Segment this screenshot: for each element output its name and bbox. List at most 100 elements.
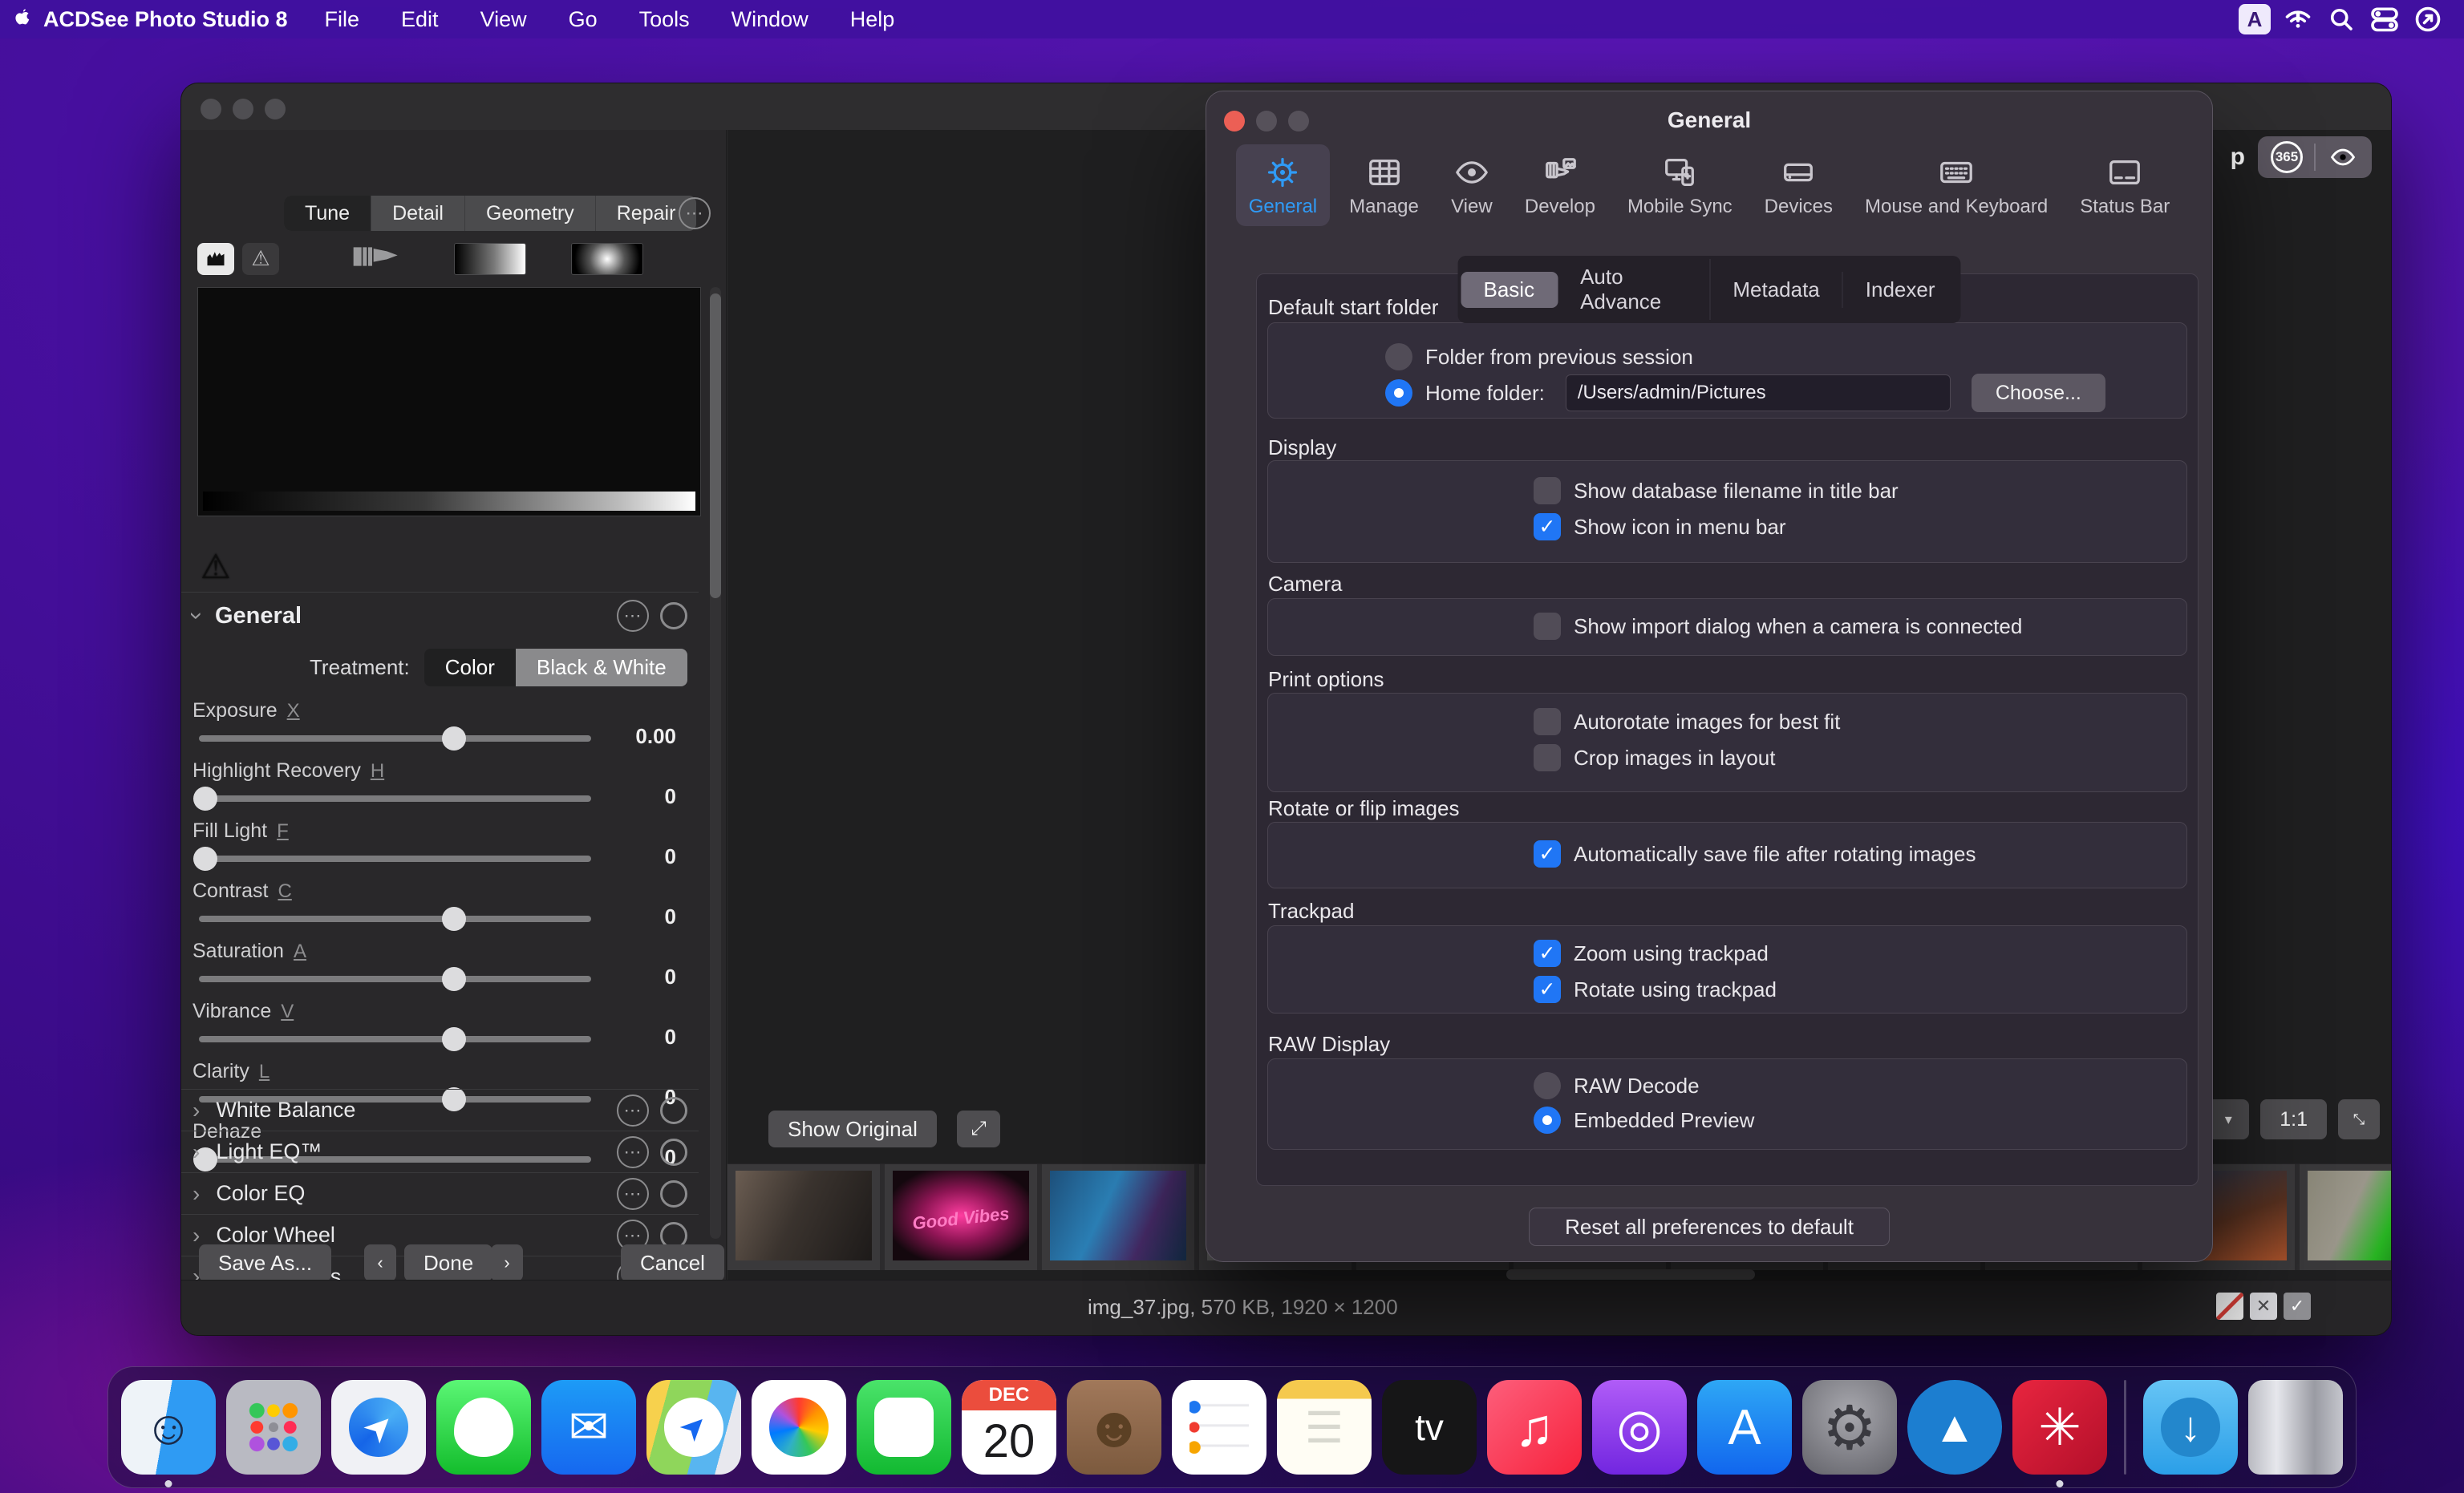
radio-raw-decode[interactable] xyxy=(1534,1072,1561,1099)
panel-more-icon[interactable]: ⋯ xyxy=(679,197,711,229)
checkbox-autosave-rotate[interactable]: ✓ xyxy=(1534,840,1561,868)
zoom-1-1-button[interactable]: 1:1 xyxy=(2260,1099,2327,1139)
dock-item[interactable]: ☺ xyxy=(121,1380,216,1475)
choose-folder-button[interactable]: Choose... xyxy=(1972,374,2105,412)
dock-item[interactable]: ↓ xyxy=(2143,1380,2238,1475)
slider-thumb[interactable] xyxy=(442,726,466,751)
control-center-icon[interactable] xyxy=(2363,5,2406,34)
apple-menu[interactable] xyxy=(0,7,43,31)
general-section-header[interactable]: › General ⋯ xyxy=(181,593,699,639)
section-options-icon[interactable]: ⋯ xyxy=(617,1136,649,1168)
preferences-toolbar-item[interactable]: View xyxy=(1438,144,1506,226)
exposure-warning-icon[interactable]: ⚠ xyxy=(242,243,279,275)
dock-item[interactable]: ⚙ xyxy=(1802,1380,1897,1475)
checkbox-crop-layout[interactable]: ✓ xyxy=(1534,744,1561,771)
clipping-warning-icon[interactable]: ⚠ xyxy=(201,547,231,586)
dock-item[interactable] xyxy=(226,1380,321,1475)
radio-embedded-preview[interactable] xyxy=(1534,1107,1561,1134)
menu-item[interactable]: Help xyxy=(850,7,895,32)
slider-track[interactable] xyxy=(199,916,591,922)
panel-scrollbar[interactable] xyxy=(710,287,721,1239)
checkbox-rotate-trackpad[interactable]: ✓ xyxy=(1534,976,1561,1003)
preferences-toolbar-item[interactable]: Devices xyxy=(1752,144,1846,226)
next-image-button[interactable]: › xyxy=(491,1244,523,1281)
save-as-button[interactable]: Save As... xyxy=(199,1244,331,1281)
slider-track[interactable] xyxy=(199,735,591,742)
preferences-toolbar-item[interactable]: Develop xyxy=(1512,144,1608,226)
dock-item[interactable]: ♫ xyxy=(1487,1380,1582,1475)
dock-item[interactable] xyxy=(752,1380,846,1475)
filmstrip-thumbnail[interactable] xyxy=(1042,1164,1199,1270)
dock-item[interactable] xyxy=(1172,1380,1266,1475)
section-reset-icon[interactable] xyxy=(660,1180,687,1208)
develop-tab[interactable]: Geometry xyxy=(465,196,596,231)
checkbox-autorotate[interactable]: ✓ xyxy=(1534,708,1561,735)
preferences-toolbar-item[interactable]: Status Bar xyxy=(2067,144,2182,226)
filmstrip-thumbnail[interactable]: Good Vibes xyxy=(885,1164,1042,1270)
zoom-button[interactable] xyxy=(265,99,286,119)
dock-item[interactable] xyxy=(436,1380,531,1475)
radio-home-folder[interactable] xyxy=(1385,379,1412,407)
develop-tab[interactable]: Detail xyxy=(371,196,465,231)
slider-thumb[interactable] xyxy=(193,847,217,871)
home-folder-input[interactable]: /Users/admin/Pictures xyxy=(1566,374,1951,411)
filmstrip-thumbnail[interactable] xyxy=(727,1164,885,1270)
slider-track[interactable] xyxy=(199,1036,591,1042)
dock-item[interactable]: ◎ xyxy=(1592,1380,1687,1475)
menu-item[interactable]: Edit xyxy=(401,7,439,32)
zoom-dropdown-button[interactable]: ▾ xyxy=(2207,1099,2249,1139)
dock-item[interactable]: ➤ xyxy=(646,1380,741,1475)
menu-item[interactable]: Go xyxy=(569,7,598,32)
menu-item[interactable]: File xyxy=(325,7,360,32)
quick-view-eye-icon[interactable] xyxy=(2327,144,2359,171)
minimize-button[interactable] xyxy=(233,99,253,119)
dock-item[interactable]: ☻ xyxy=(1067,1380,1161,1475)
checkbox-menu-bar-icon[interactable]: ✓ xyxy=(1534,513,1561,540)
dock-item[interactable] xyxy=(2248,1380,2343,1475)
dock-item[interactable]: ➤ xyxy=(331,1380,426,1475)
dock-item[interactable] xyxy=(2124,1380,2126,1475)
dock-item[interactable]: ✉ xyxy=(541,1380,636,1475)
radio-previous-session[interactable] xyxy=(1385,343,1412,370)
collapsed-section-row[interactable]: › Color EQ ⋯ xyxy=(181,1172,699,1214)
slider-track[interactable] xyxy=(199,856,591,862)
show-original-button[interactable]: Show Original xyxy=(768,1111,937,1147)
previous-image-button[interactable]: ‹ xyxy=(364,1244,396,1281)
preferences-toolbar-item[interactable]: General xyxy=(1236,144,1330,226)
section-options-icon[interactable]: ⋯ xyxy=(617,1094,649,1127)
section-options-icon[interactable]: ⋯ xyxy=(617,1178,649,1210)
wifi-alert-icon[interactable] xyxy=(2276,5,2320,34)
section-reset-icon[interactable] xyxy=(660,1139,687,1166)
slider-thumb[interactable] xyxy=(442,1027,466,1051)
dock-item[interactable]: ✳ xyxy=(2012,1380,2107,1475)
treatment-bw-option[interactable]: Black & White xyxy=(516,649,687,686)
histogram-toggle-icon[interactable] xyxy=(197,243,234,275)
slider-track[interactable] xyxy=(199,795,591,802)
input-source-icon[interactable]: A xyxy=(2233,4,2276,34)
section-reset-icon[interactable] xyxy=(660,602,687,629)
collapsed-section-row[interactable]: › Light EQ™ ⋯ xyxy=(181,1131,699,1172)
close-button[interactable] xyxy=(201,99,221,119)
reset-preferences-button[interactable]: Reset all preferences to default xyxy=(1529,1208,1890,1246)
preferences-tab[interactable]: Basic xyxy=(1461,272,1558,308)
done-button[interactable]: Done xyxy=(404,1244,492,1281)
acdsee-365-icon[interactable]: 365 xyxy=(2271,141,2303,173)
menu-item[interactable]: View xyxy=(480,7,527,32)
section-reset-icon[interactable] xyxy=(660,1097,687,1124)
menu-item[interactable]: Window xyxy=(732,7,808,32)
horizontal-scrollbar[interactable] xyxy=(1506,1269,1755,1280)
develop-tab[interactable]: Tune xyxy=(284,196,371,231)
slider-thumb[interactable] xyxy=(442,907,466,931)
cancel-button[interactable]: Cancel xyxy=(621,1244,724,1281)
discard-icon[interactable]: ✕ xyxy=(2250,1293,2277,1320)
collapsed-section-row[interactable]: › White Balance ⋯ xyxy=(181,1089,699,1131)
checkbox-db-filename[interactable]: ✓ xyxy=(1534,477,1561,504)
search-icon[interactable] xyxy=(2320,5,2363,34)
clock-icon[interactable] xyxy=(2406,5,2450,34)
compare-expand-button[interactable]: ⤢ xyxy=(957,1111,1000,1147)
checkbox-zoom-trackpad[interactable]: ✓ xyxy=(1534,940,1561,967)
preferences-tab[interactable]: Metadata xyxy=(1710,272,1842,308)
preferences-tab[interactable]: Auto Advance xyxy=(1558,259,1710,320)
dock-item[interactable]: ☰ xyxy=(1277,1380,1372,1475)
preferences-toolbar-item[interactable]: Mouse and Keyboard xyxy=(1852,144,2061,226)
